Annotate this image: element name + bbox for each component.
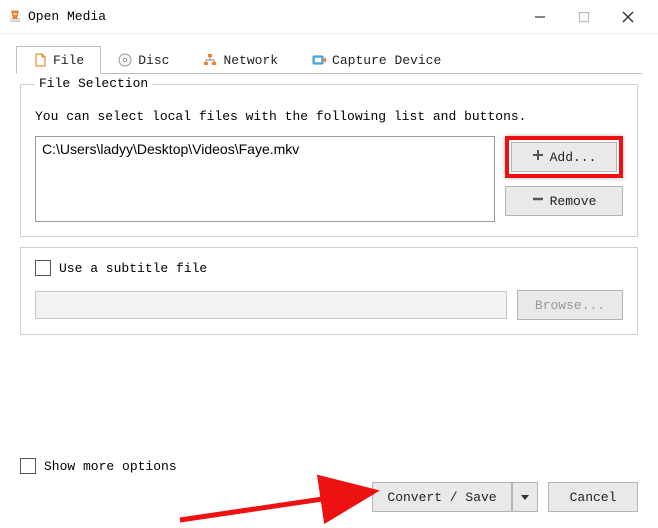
add-button-highlight: Add... (505, 136, 623, 178)
minimize-button[interactable] (518, 2, 562, 32)
titlebar: Open Media (0, 0, 658, 34)
add-button[interactable]: Add... (511, 142, 617, 172)
tab-disc-label: Disc (138, 53, 169, 68)
add-button-label: Add... (550, 150, 597, 165)
file-list[interactable]: C:\Users\ladyy\Desktop\Videos\Faye.mkv (35, 136, 495, 222)
app-icon (8, 10, 22, 24)
minus-icon (532, 193, 544, 209)
remove-button[interactable]: Remove (505, 186, 623, 216)
action-row: Convert / Save Cancel (372, 482, 638, 512)
tab-file[interactable]: File (16, 46, 101, 74)
window-title: Open Media (28, 9, 518, 24)
disc-icon (118, 53, 132, 67)
close-button[interactable] (606, 2, 650, 32)
cancel-label: Cancel (570, 490, 617, 505)
browse-button: Browse... (517, 290, 623, 320)
subtitle-path-input (35, 291, 507, 319)
show-more-label: Show more options (44, 459, 177, 474)
network-icon (203, 53, 217, 67)
capture-icon (312, 53, 326, 67)
show-more-checkbox[interactable] (20, 458, 36, 474)
chevron-down-icon (521, 490, 529, 505)
tab-file-label: File (53, 53, 84, 68)
tab-capture[interactable]: Capture Device (295, 46, 458, 74)
convert-save-dropdown[interactable] (512, 482, 538, 512)
tab-network-label: Network (223, 53, 278, 68)
cancel-button[interactable]: Cancel (548, 482, 638, 512)
file-selection-legend: File Selection (35, 76, 152, 91)
convert-save-label: Convert / Save (387, 490, 496, 505)
tabs: File Disc Network Capture Device (16, 44, 642, 74)
convert-save-button[interactable]: Convert / Save (372, 482, 512, 512)
subtitle-checkbox[interactable] (35, 260, 51, 276)
remove-button-label: Remove (550, 194, 597, 209)
tab-network[interactable]: Network (186, 46, 295, 74)
show-more-row: Show more options (20, 458, 177, 474)
tab-disc[interactable]: Disc (101, 46, 186, 74)
subtitle-group: Use a subtitle file Browse... (20, 247, 638, 335)
file-selection-help: You can select local files with the foll… (35, 109, 623, 124)
file-list-item[interactable]: C:\Users\ladyy\Desktop\Videos\Faye.mkv (42, 141, 488, 157)
file-selection-group: File Selection You can select local file… (20, 84, 638, 237)
tab-capture-label: Capture Device (332, 53, 441, 68)
maximize-button[interactable] (562, 2, 606, 32)
convert-save-split: Convert / Save (372, 482, 538, 512)
plus-icon (532, 149, 544, 165)
file-icon (33, 53, 47, 67)
browse-button-label: Browse... (535, 298, 605, 313)
subtitle-checkbox-label: Use a subtitle file (59, 261, 207, 276)
